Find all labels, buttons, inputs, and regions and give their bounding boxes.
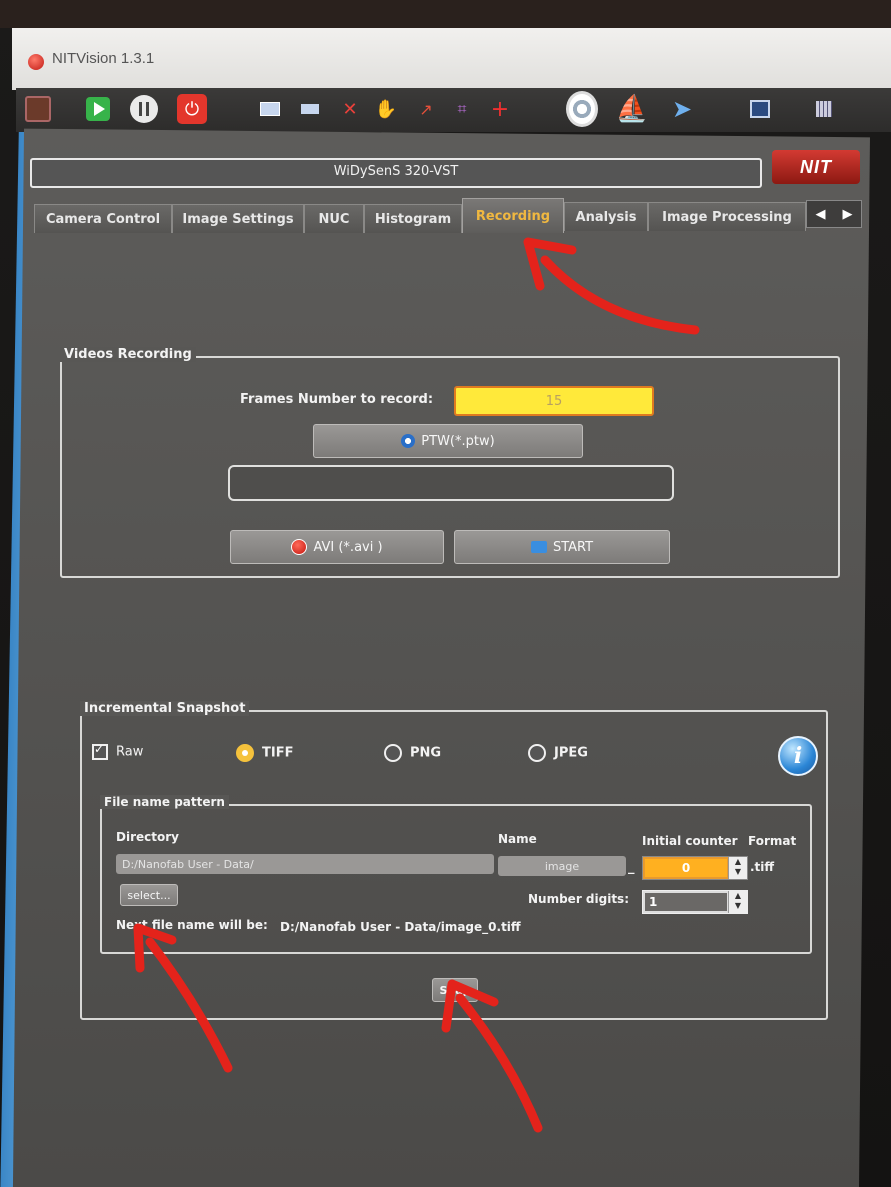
tab-scroll-left-icon[interactable]: ◀	[816, 207, 826, 222]
initial-counter-spinbox[interactable]: 0 ▲ ▼	[642, 856, 748, 880]
nit-logo: NIT	[772, 150, 860, 184]
next-file-label: Next file name will be:	[116, 918, 268, 932]
power-icon[interactable]: ⏻	[176, 92, 208, 126]
tab-camera-control[interactable]: Camera Control	[34, 204, 172, 233]
ptw-button[interactable]: PTW(*.ptw)	[313, 424, 583, 458]
target-icon[interactable]	[566, 91, 598, 127]
raw-check-icon[interactable]	[92, 742, 108, 760]
hand-icon[interactable]: ✋	[370, 92, 402, 126]
name-field[interactable]: image	[498, 856, 626, 876]
tiff-radio[interactable]: TIFF	[236, 744, 293, 762]
name-header: Name	[498, 832, 537, 846]
cross-red-icon[interactable]: ✕	[334, 92, 366, 126]
menu-icon[interactable]	[294, 92, 326, 126]
recording-path-field[interactable]	[228, 465, 674, 501]
ptw-icon	[401, 434, 416, 448]
incremental-snapshot-title: Incremental Snapshot	[80, 701, 250, 716]
jpeg-radio[interactable]: JPEG	[528, 744, 588, 762]
window-title: NITVision 1.3.1	[52, 50, 155, 67]
line-tool-icon[interactable]: ↗	[410, 92, 442, 126]
directory-field[interactable]: D:/Nanofab User - Data/	[116, 854, 494, 874]
tab-image-settings[interactable]: Image Settings	[172, 204, 304, 233]
grid-icon[interactable]	[808, 92, 840, 126]
screen: NITVision 1.3.1 ⏻ ✕ ✋ ↗ ⌗ + ⛵ ➤ WiDySenS…	[0, 0, 891, 1187]
snap-button[interactable]: Snap	[432, 978, 478, 1002]
number-digits-spinbox[interactable]: 1 ▲ ▼	[642, 890, 748, 914]
record-icon	[291, 539, 308, 555]
number-digits-value[interactable]: 1	[643, 891, 729, 913]
message-icon[interactable]	[254, 92, 286, 126]
initial-counter-arrows-icon[interactable]: ▲ ▼	[728, 857, 747, 879]
raw-checkbox[interactable]: Raw	[92, 742, 143, 760]
initial-counter-value[interactable]: 0	[643, 857, 729, 879]
ship-icon[interactable]: ⛵	[616, 92, 648, 126]
directory-header: Directory	[116, 830, 179, 844]
camera-name: WiDySenS 320-VST	[333, 164, 459, 179]
crop-icon[interactable]: ⌗	[446, 92, 478, 126]
png-radio-icon[interactable]	[384, 744, 402, 762]
crosshair-plus-icon[interactable]: +	[484, 92, 516, 126]
tab-nuc[interactable]: NUC	[304, 204, 364, 233]
tab-scroll-right-icon[interactable]: ▶	[843, 207, 853, 222]
app-icon	[28, 54, 44, 70]
number-digits-label: Number digits:	[528, 892, 629, 906]
format-header: Format	[748, 834, 797, 848]
jpeg-radio-icon[interactable]	[528, 744, 546, 762]
tab-histogram[interactable]: Histogram	[364, 204, 462, 233]
play-icon[interactable]	[82, 92, 114, 126]
next-file-value: D:/Nanofab User - Data/image_0.tiff	[280, 920, 521, 934]
number-digits-arrows-icon[interactable]: ▲ ▼	[728, 891, 747, 913]
initial-counter-header: Initial counter	[642, 834, 738, 848]
tab-image-processing[interactable]: Image Processing	[648, 202, 806, 231]
camera-icon[interactable]	[22, 92, 54, 126]
start-icon	[530, 541, 547, 553]
camera-name-field: WiDySenS 320-VST	[30, 158, 762, 188]
window-icon[interactable]	[744, 92, 776, 126]
monitor-bezel	[0, 0, 891, 28]
info-icon[interactable]: i	[778, 736, 818, 776]
avi-button[interactable]: AVI (*.avi )	[230, 530, 444, 564]
file-name-pattern-title: File name pattern	[100, 795, 229, 809]
name-separator: _	[628, 860, 635, 875]
frames-number-label: Frames Number to record:	[240, 392, 434, 407]
tiff-radio-icon[interactable]	[236, 744, 254, 762]
plane-icon[interactable]: ➤	[666, 92, 698, 126]
recording-panel	[12, 128, 870, 1187]
tab-analysis[interactable]: Analysis	[564, 202, 648, 231]
tab-recording[interactable]: Recording	[462, 198, 564, 233]
pause-icon[interactable]	[128, 92, 160, 126]
tab-scroll-buttons[interactable]: ◀ ▶	[806, 200, 862, 228]
frames-number-input[interactable]: 15	[454, 386, 654, 416]
select-directory-button[interactable]: select...	[120, 884, 178, 906]
format-value: .tiff	[750, 860, 775, 874]
videos-recording-title: Videos Recording	[60, 347, 196, 362]
png-radio[interactable]: PNG	[384, 744, 441, 762]
start-button[interactable]: START	[454, 530, 670, 564]
